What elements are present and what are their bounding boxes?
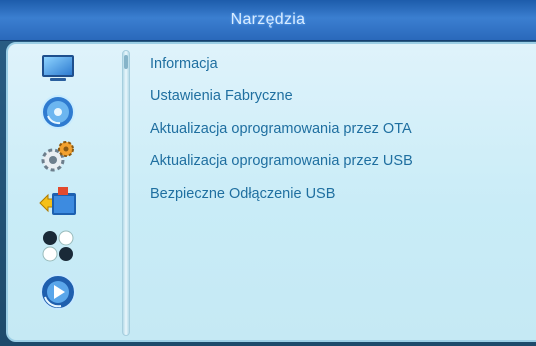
- sidebar-item-gears[interactable]: [26, 136, 90, 176]
- menu-item-ota-update[interactable]: Aktualizacja oprogramowania przez OTA: [150, 117, 412, 141]
- scrollbar-track[interactable]: [122, 50, 130, 336]
- folder-tools-icon: [39, 187, 76, 215]
- sidebar-item-games[interactable]: [26, 226, 90, 266]
- menu-item-usb-update[interactable]: Aktualizacja oprogramowania przez USB: [150, 149, 413, 173]
- tv-icon: [42, 55, 74, 81]
- games-icon: [42, 230, 74, 262]
- menu-item-safe-usb-removal[interactable]: Bezpieczne Odłączenie USB: [150, 182, 335, 206]
- disc-icon: [41, 95, 75, 129]
- title-bar: Narzędzia: [0, 0, 536, 41]
- sidebar-item-tv[interactable]: [26, 48, 90, 88]
- sidebar-item-media[interactable]: [26, 272, 90, 312]
- page-title: Narzędzia: [230, 11, 306, 28]
- menu-item-factory-settings[interactable]: Ustawienia Fabryczne: [150, 84, 293, 108]
- sidebar-item-disc[interactable]: [26, 92, 90, 132]
- sidebar-icons: [26, 48, 90, 328]
- scrollbar-thumb[interactable]: [124, 55, 128, 69]
- gears-icon: [41, 141, 74, 172]
- media-icon: [40, 274, 76, 310]
- menu-item-informacja[interactable]: Informacja: [150, 52, 218, 76]
- tools-screen: Narzędzia Informacja Ustawienia Fabryczn…: [0, 0, 536, 346]
- sidebar-item-tools[interactable]: [26, 180, 90, 220]
